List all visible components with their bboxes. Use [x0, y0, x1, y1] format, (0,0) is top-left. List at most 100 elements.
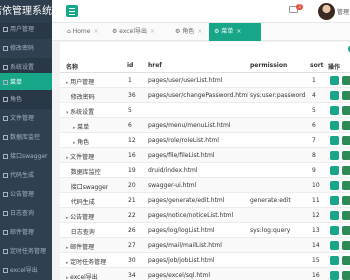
cell-id: 12	[128, 137, 136, 144]
close-icon[interactable]: ×	[197, 28, 202, 35]
menu-item-icon	[3, 173, 8, 178]
edit-button[interactable]	[330, 226, 339, 235]
edit-button[interactable]	[330, 256, 339, 265]
row-name: 用户管理	[70, 79, 95, 86]
edit-button[interactable]	[330, 271, 339, 280]
table-row[interactable]: 数据库监控 19 druid/index.html 9	[60, 163, 350, 178]
sidebar-item-label: 系统设置	[10, 64, 35, 71]
delete-button[interactable]	[342, 211, 350, 220]
table-row[interactable]: ▸ 角色 12 pages/role/roleList.html 7	[60, 133, 350, 148]
delete-button[interactable]	[342, 106, 350, 115]
sidebar-item[interactable]: 修改密码	[0, 39, 52, 58]
sidebar-item-label: 修改密码	[10, 45, 35, 52]
delete-button[interactable]	[342, 226, 350, 235]
edit-button[interactable]	[330, 106, 339, 115]
cell-href: pages/role/roleList.html	[148, 137, 219, 144]
row-name: 邮件管理	[70, 244, 95, 251]
table-row[interactable]: 接口swagger 20 swagger-ui.html 10	[60, 178, 350, 193]
sidebar-item[interactable]: 公告管理	[0, 185, 52, 204]
header-href: href	[148, 62, 162, 69]
delete-button[interactable]	[342, 196, 350, 205]
table-row[interactable]: 日志查询 26 pages/log/logList.html sys:log:quer…	[60, 223, 350, 238]
cell-id: 36	[128, 92, 136, 99]
table-row[interactable]: ▸ excel导出 34 pages/excel/sql.html 16	[60, 268, 350, 280]
tab[interactable]: ⚙ 菜单 ×	[209, 23, 261, 41]
cell-sort: 13	[312, 227, 320, 234]
table-row[interactable]: ▸ 用户管理 1 pages/user/userList.html 1	[60, 73, 350, 88]
menu-item-icon	[3, 268, 8, 273]
sidebar-item[interactable]: 数据库监控	[0, 128, 52, 147]
delete-button[interactable]	[342, 91, 350, 100]
sidebar-item-label: 用户管理	[10, 26, 35, 33]
edit-button[interactable]	[330, 151, 339, 160]
table-row[interactable]: ▸ 文件管理 16 pages/file/fileList.html 8	[60, 148, 350, 163]
table-row[interactable]: ▸ 邮件管理 27 pages/mail/mailList.html 14	[60, 238, 350, 253]
sidebar-item[interactable]: 文件管理	[0, 109, 52, 128]
edit-button[interactable]	[330, 166, 339, 175]
cell-sort: 1	[312, 77, 316, 84]
delete-button[interactable]	[342, 121, 350, 130]
sidebar-item-label: 角色	[10, 96, 23, 103]
row-name: 角色	[77, 139, 90, 146]
menu-toggle-icon[interactable]	[66, 5, 78, 17]
sidebar-item[interactable]: 角色	[0, 90, 52, 109]
cell-sort: 10	[312, 182, 320, 189]
edit-button[interactable]	[330, 211, 339, 220]
sidebar-item[interactable]: 日志查询	[0, 204, 52, 223]
tab[interactable]: ⌂ Home ×	[62, 23, 106, 41]
close-icon[interactable]: ×	[93, 28, 98, 35]
sidebar-item[interactable]: excel导出	[0, 261, 52, 280]
tab[interactable]: ⚙ 角色 ×	[170, 23, 208, 41]
user-name[interactable]: 管理员	[337, 7, 350, 16]
cell-id: 34	[128, 272, 136, 279]
close-icon[interactable]: ×	[236, 28, 241, 35]
menu-item-icon	[3, 65, 8, 70]
menu-item-icon	[3, 192, 8, 197]
table-row[interactable]: 代码生成 21 pages/generate/edit.html generate:e…	[60, 193, 350, 208]
sidebar-item[interactable]: 定时任务管理	[0, 242, 52, 261]
sidebar-item[interactable]: 代码生成	[0, 166, 52, 185]
menu-item-icon	[3, 154, 8, 159]
sidebar-item[interactable]: 接口swagger	[0, 147, 52, 166]
cell-sort: 7	[312, 137, 316, 144]
edit-button[interactable]	[330, 91, 339, 100]
close-icon[interactable]: ×	[150, 28, 155, 35]
table-row[interactable]: 修改密码 36 pages/user/changePassword.html sys:…	[60, 88, 350, 103]
delete-button[interactable]	[342, 76, 350, 85]
cell-id: 20	[128, 182, 136, 189]
cell-href: pages/menu/menuList.html	[148, 122, 231, 129]
cell-name: ▸ 邮件管理	[66, 242, 124, 251]
sidebar-item-label: 文件管理	[10, 115, 35, 122]
sidebar-item[interactable]: 用户管理	[0, 23, 52, 39]
edit-button[interactable]	[330, 76, 339, 85]
edit-button[interactable]	[330, 136, 339, 145]
delete-button[interactable]	[342, 166, 350, 175]
delete-button[interactable]	[342, 271, 350, 280]
edit-button[interactable]	[330, 121, 339, 130]
menu-item-icon	[3, 211, 8, 216]
delete-button[interactable]	[342, 136, 350, 145]
edit-button[interactable]	[330, 241, 339, 250]
table-row[interactable]: ▸ 菜单 6 pages/menu/menuList.html 6	[60, 118, 350, 133]
avatar[interactable]	[318, 3, 335, 20]
delete-button[interactable]	[342, 151, 350, 160]
cell-sort: 5	[312, 107, 316, 114]
table-row[interactable]: ▸ 定时任务管理 30 pages/job/jobList.html 15	[60, 253, 350, 268]
cell-sort: 16	[312, 272, 320, 279]
sidebar-item[interactable]: 邮件管理	[0, 223, 52, 242]
cell-id: 19	[128, 167, 136, 174]
edit-button[interactable]	[330, 181, 339, 190]
edit-button[interactable]	[330, 196, 339, 205]
header-sort: sort	[310, 62, 324, 69]
cell-id: 30	[128, 257, 136, 264]
row-name: 系统设置	[70, 109, 95, 116]
sidebar-item-label: 数据库监控	[10, 134, 41, 141]
delete-button[interactable]	[342, 241, 350, 250]
tab-label: Home	[72, 28, 91, 35]
table-row[interactable]: ▸ 公告管理 22 pages/notice/noticeList.html 12	[60, 208, 350, 223]
table-row[interactable]: ▾ 系统设置 5 5	[60, 103, 350, 118]
tab[interactable]: ⚙ excel导出 ×	[107, 23, 169, 41]
delete-button[interactable]	[342, 256, 350, 265]
delete-button[interactable]	[342, 181, 350, 190]
row-name: 接口swagger	[70, 184, 109, 191]
